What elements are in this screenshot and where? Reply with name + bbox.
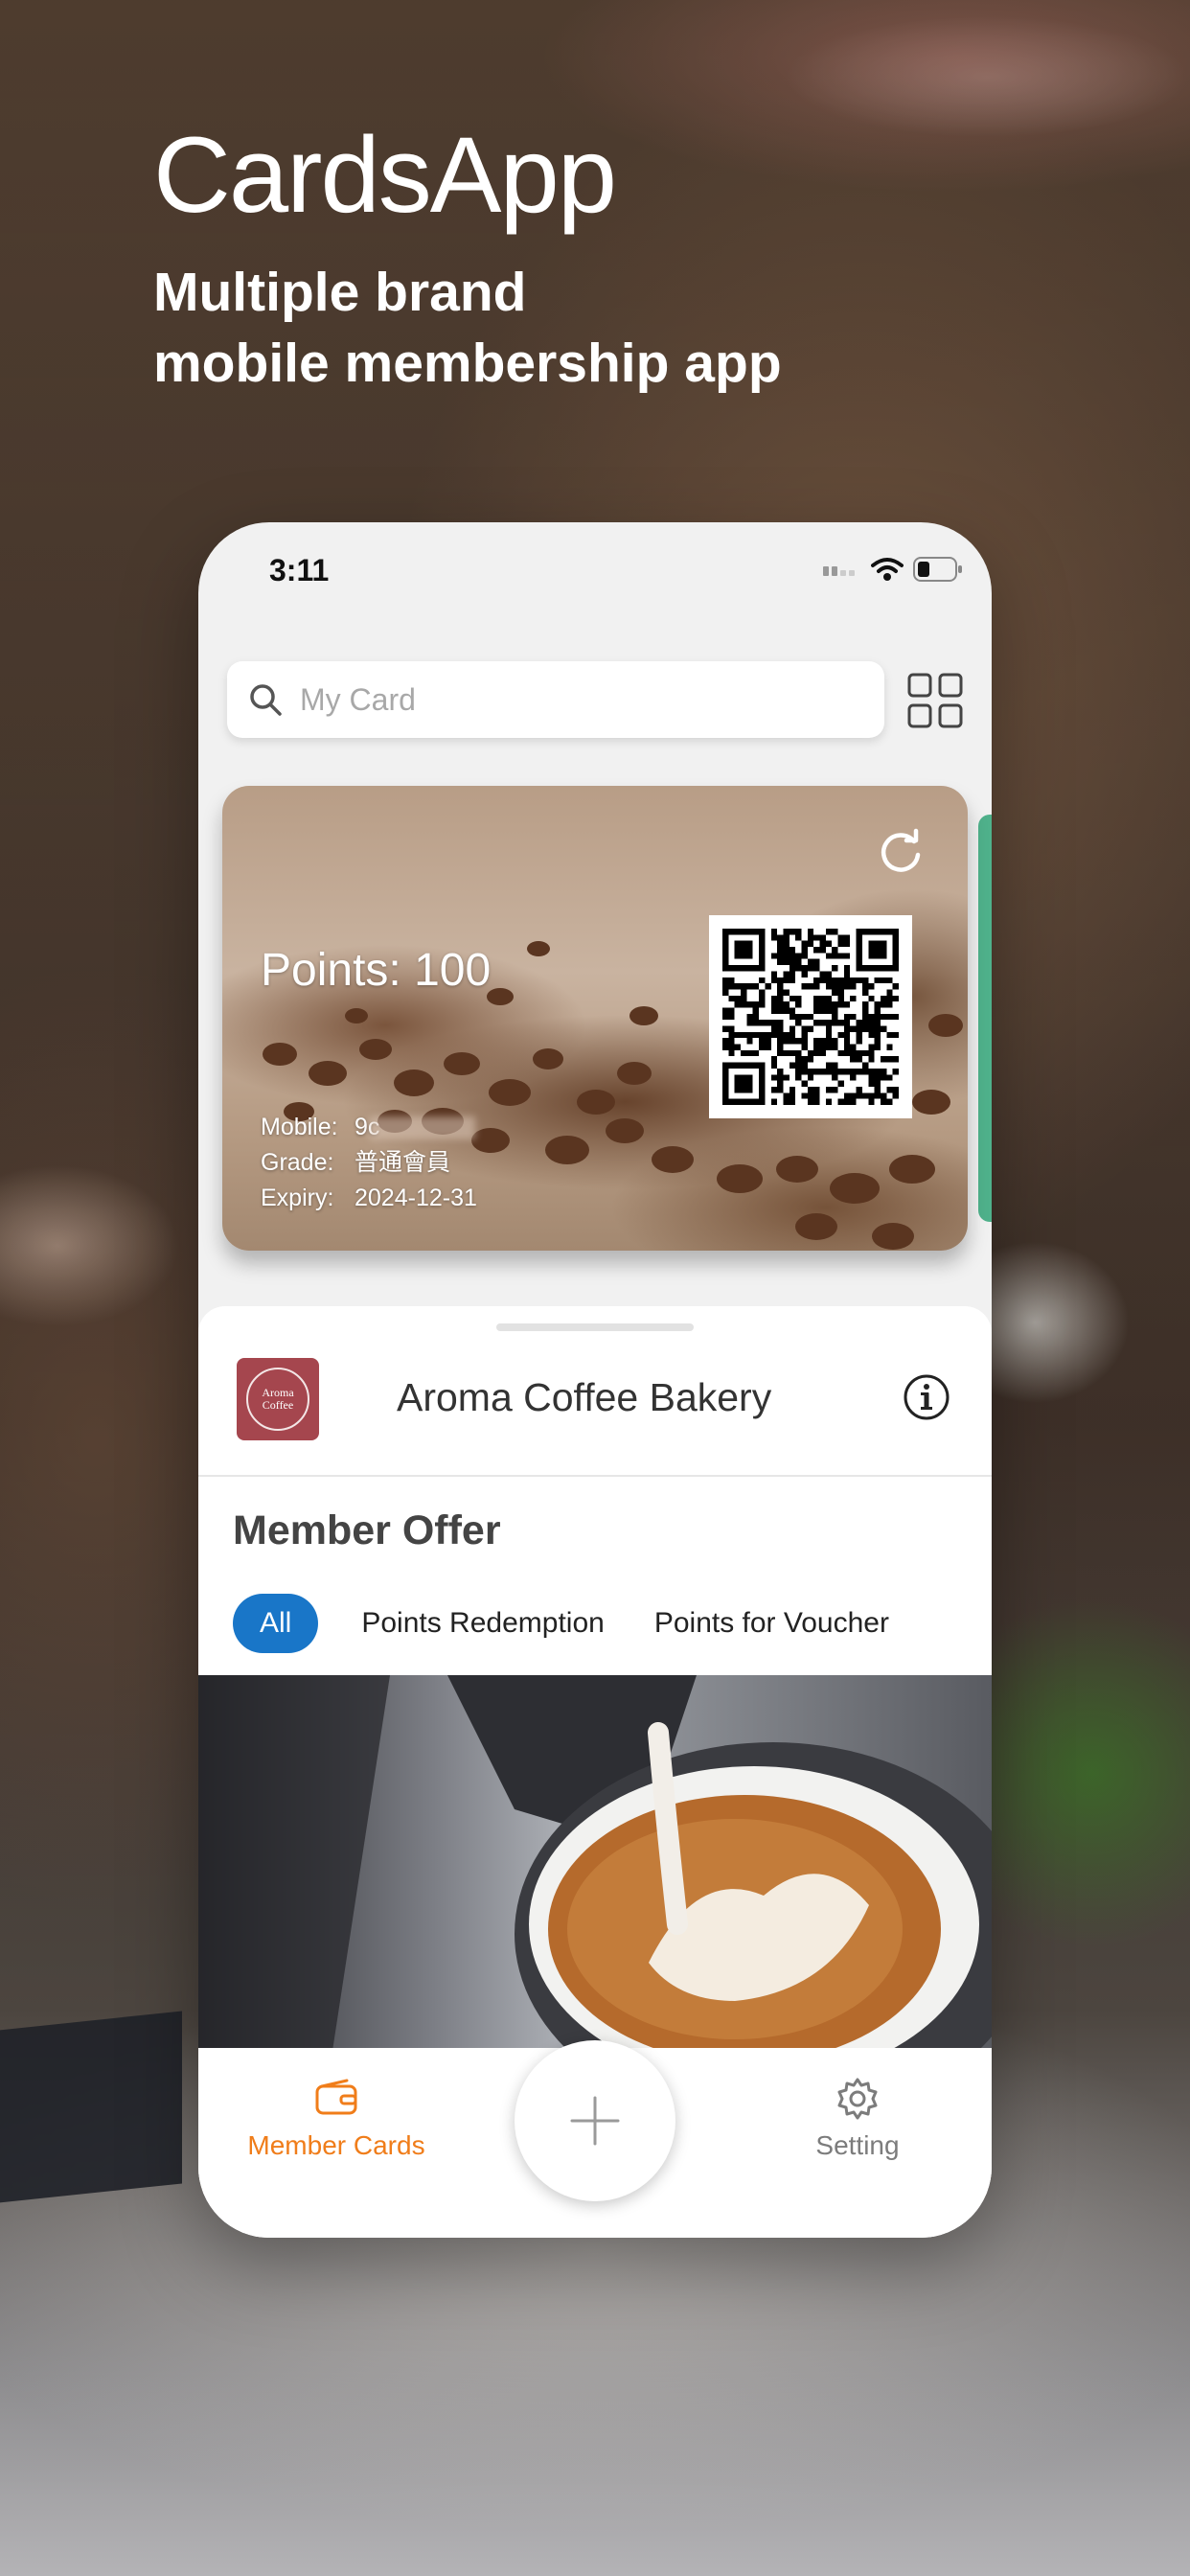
brand-logo-text-2: Coffee [262,1398,294,1412]
grade-value: 普通會員 [355,1149,451,1176]
info-icon[interactable] [903,1373,950,1421]
status-bar: 3:11 [198,522,992,618]
mobile-label: Mobile: [261,1114,338,1140]
card-expiry-row: Expiry: 2024-12-31 [261,1181,477,1216]
add-card-button[interactable] [515,2040,675,2201]
card-points: Points: 100 [261,945,492,996]
plus-icon [570,2096,620,2146]
member-offer-title: Member Offer [233,1507,501,1553]
tagline-line-2: mobile membership app [153,333,782,394]
search-input[interactable]: My Card [227,661,884,738]
expiry-value: 2024-12-31 [355,1184,477,1211]
refresh-icon[interactable] [874,826,927,880]
brand-logo: Aroma Coffee [237,1358,319,1440]
grid-icon[interactable] [907,673,963,728]
mobile-redaction [370,1116,476,1140]
card-mobile-row: Mobile: 9с [261,1110,477,1145]
tabbar-setting-label: Setting [815,2130,900,2160]
member-card[interactable]: Points: 100 Mobile: 9с Grade: 普通會員 Expiry:… [222,786,968,1251]
search-placeholder: My Card [300,681,416,717]
next-card-peek[interactable] [978,815,992,1222]
brand-header: Aroma Coffee Aroma Coffee Bakery [198,1345,992,1477]
search-icon [250,684,282,716]
signal-icon [823,566,855,576]
tabbar-member-cards-label: Member Cards [247,2130,425,2160]
brand-logo-mark: Aroma Coffee [246,1368,309,1431]
offer-image[interactable] [198,1675,992,2051]
tagline-line-1: Multiple brand [153,262,527,323]
gear-icon [837,2078,878,2120]
phone-frame: 3:11 My Card Points: 100 Mobile: 9с Grad… [198,522,992,2238]
tabbar-member-cards[interactable]: Member Cards [221,2077,451,2161]
grade-label: Grade: [261,1149,334,1176]
offer-tabs: All Points Redemption Points for Voucher [233,1594,939,1653]
qr-code-image [722,929,899,1105]
battery-icon [913,557,962,582]
wallet-icon [315,2079,357,2115]
app-title: CardsApp [153,115,617,235]
card-details: Mobile: 9с Grade: 普通會員 Expiry: 2024-12-31 [261,1110,477,1216]
expiry-label: Expiry: [261,1184,334,1211]
brand-name: Aroma Coffee Bakery [397,1375,772,1419]
status-icons [823,557,963,582]
sheet-handle[interactable] [496,1323,694,1331]
qr-code[interactable] [709,915,912,1118]
status-time: 3:11 [269,553,330,587]
card-grade-row: Grade: 普通會員 [261,1145,477,1181]
search-row: My Card [227,661,963,738]
latte-art-image [198,1675,992,2051]
tab-points-for-voucher[interactable]: Points for Voucher [654,1607,889,1640]
background-plate [0,2011,182,2206]
tabbar-setting[interactable]: Setting [743,2077,973,2161]
tab-points-redemption[interactable]: Points Redemption [361,1607,604,1640]
tab-all[interactable]: All [233,1594,319,1653]
wifi-icon [871,558,904,581]
app-tagline: Multiple brand mobile membership app [153,257,1016,399]
